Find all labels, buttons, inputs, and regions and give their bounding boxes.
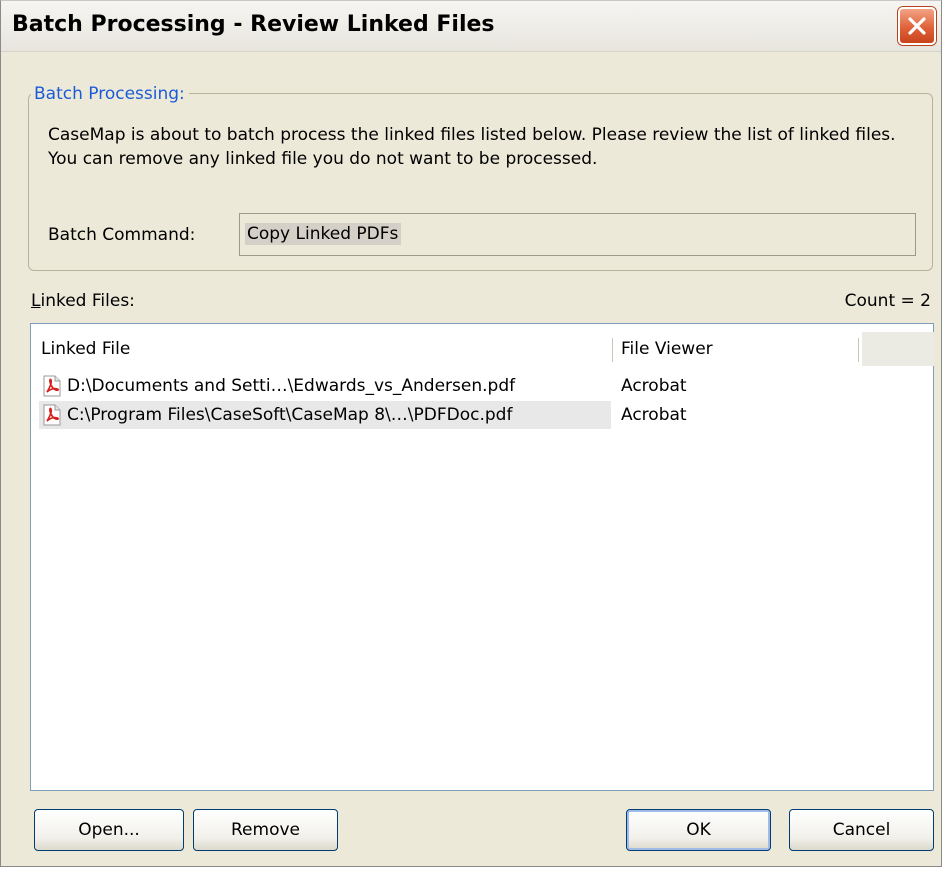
column-header-file-viewer[interactable]: File Viewer	[621, 330, 713, 368]
close-icon	[908, 17, 926, 35]
linked-file-path: C:\Program Files\CaseSoft\CaseMap 8\…\PD…	[67, 405, 513, 425]
ok-button[interactable]: OK	[626, 809, 771, 851]
batch-command-label: Batch Command:	[48, 225, 196, 245]
cancel-button[interactable]: Cancel	[789, 809, 934, 851]
linked-file-path: D:\Documents and Setti…\Edwards_vs_Ander…	[67, 376, 516, 396]
batch-command-field: Copy Linked PDFs	[239, 213, 916, 256]
linked-files-label-rest: inked Files:	[40, 291, 135, 311]
linked-files-count: Count = 2	[844, 291, 931, 311]
column-divider[interactable]	[858, 338, 859, 362]
column-divider[interactable]	[612, 338, 613, 362]
pdf-icon	[43, 404, 61, 426]
open-button[interactable]: Open...	[34, 809, 184, 851]
linked-file-cell[interactable]: C:\Program Files\CaseSoft\CaseMap 8\…\PD…	[39, 401, 611, 429]
file-viewer-value: Acrobat	[621, 405, 687, 425]
list-header: Linked File File Viewer	[32, 330, 934, 368]
linked-files-list[interactable]: Linked File File Viewer D:\Documents and…	[30, 323, 934, 791]
file-viewer-value: Acrobat	[621, 376, 687, 396]
linked-file-cell[interactable]: D:\Documents and Setti…\Edwards_vs_Ander…	[39, 372, 611, 400]
dialog-window: Batch Processing - Review Linked Files B…	[0, 0, 942, 867]
column-header-filler	[862, 332, 934, 366]
remove-button[interactable]: Remove	[193, 809, 338, 851]
title-bar[interactable]: Batch Processing - Review Linked Files	[1, 1, 941, 52]
group-legend: Batch Processing:	[31, 84, 189, 104]
batch-description: CaseMap is about to batch process the li…	[48, 125, 896, 169]
pdf-icon	[43, 375, 61, 397]
linked-files-label: Linked Files:	[31, 291, 135, 311]
window-title: Batch Processing - Review Linked Files	[12, 12, 495, 37]
batch-command-value: Copy Linked PDFs	[245, 223, 402, 245]
close-button[interactable]	[898, 7, 936, 45]
column-header-linked-file[interactable]: Linked File	[41, 330, 130, 368]
